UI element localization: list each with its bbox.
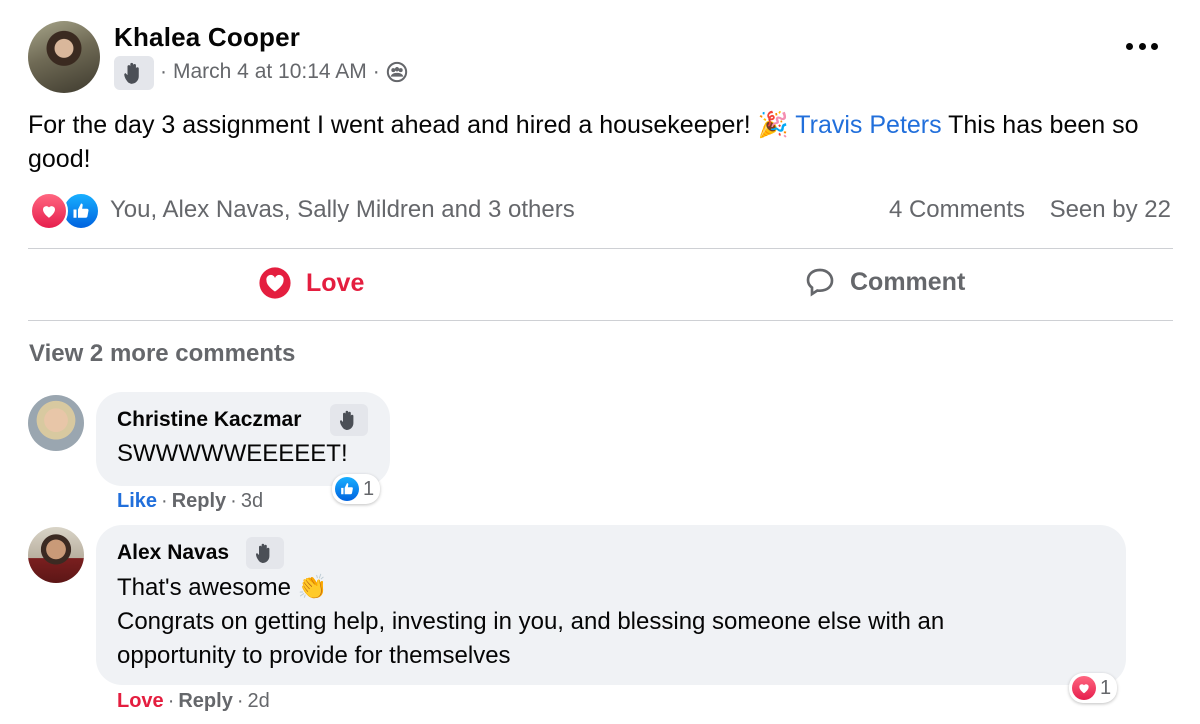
comments-count-link[interactable]: 4 Comments — [889, 196, 1025, 224]
clapping-hands-emoji: 👏 — [297, 574, 328, 601]
waving-hand-badge[interactable] — [330, 404, 368, 436]
meta-separator: · — [372, 60, 380, 83]
love-reaction-icon[interactable] — [30, 192, 68, 230]
comment-button[interactable]: Comment — [804, 266, 965, 298]
like-comment-button[interactable]: Like — [117, 490, 157, 512]
comment-actions: Love · Reply · 2d — [117, 690, 270, 713]
comment-author-name[interactable]: Alex Navas — [117, 541, 229, 565]
reply-button[interactable]: Reply — [178, 690, 232, 712]
comment-line-2: Congrats on getting help, investing in y… — [117, 608, 945, 635]
comment-bubble: Alex Navas That's awesome 👏 Congrats on … — [96, 525, 1126, 685]
love-icon — [1072, 676, 1096, 700]
waving-hand-badge[interactable] — [246, 537, 284, 569]
divider — [28, 320, 1173, 321]
reaction-count: 1 — [1100, 676, 1112, 699]
author-avatar[interactable] — [28, 21, 100, 93]
waving-hand-icon — [340, 410, 354, 430]
group-audience-icon[interactable] — [386, 61, 408, 83]
post-author-name[interactable]: Khalea Cooper — [114, 22, 300, 53]
comment-bubble: Christine Kaczmar SWWWWWEEEEET! — [96, 392, 390, 486]
view-more-comments-link[interactable]: View 2 more comments — [29, 340, 295, 368]
post-text-start: For the day 3 assignment I went ahead an… — [28, 111, 751, 139]
love-icon — [259, 267, 291, 299]
mention-link[interactable]: Travis Peters — [795, 111, 941, 139]
comment-reaction-count[interactable]: 1 — [332, 474, 381, 504]
more-dot-icon — [1138, 42, 1146, 50]
like-icon — [335, 477, 359, 501]
comment-author-name[interactable]: Christine Kaczmar — [117, 408, 301, 432]
comment-text: SWWWWWEEEEET! — [117, 440, 348, 467]
waving-hand-badge[interactable] — [114, 56, 154, 90]
seen-by-count[interactable]: Seen by 22 — [1050, 196, 1171, 224]
comment-actions: Like · Reply · 3d — [117, 490, 263, 513]
love-button[interactable]: Love — [258, 266, 364, 300]
comment-line-3: opportunity to provide for themselves — [117, 642, 511, 669]
love-button-label: Love — [306, 268, 365, 297]
comment-time[interactable]: 3d — [241, 490, 263, 512]
post-timestamp[interactable]: March 4 at 10:14 AM — [173, 60, 367, 84]
comment-line-1: That's awesome — [117, 574, 291, 601]
waving-hand-icon — [256, 543, 270, 563]
more-options-button[interactable] — [1126, 40, 1158, 52]
commenter-avatar[interactable] — [28, 395, 84, 451]
post-meta: · March 4 at 10:14 AM · — [160, 60, 408, 84]
separator: · — [161, 490, 168, 512]
reaction-summary-row: You, Alex Navas, Sally Mildren and 3 oth… — [28, 192, 1173, 230]
comment-button-label: Comment — [850, 267, 966, 296]
commenter-avatar[interactable] — [28, 527, 84, 583]
more-dot-icon — [1151, 42, 1158, 50]
love-comment-button[interactable]: Love — [117, 690, 164, 712]
comment-text: That's awesome 👏 Congrats on getting hel… — [117, 571, 1107, 673]
separator: · — [167, 690, 175, 712]
comment-reaction-count[interactable]: 1 — [1069, 673, 1118, 703]
more-dot-icon — [1126, 42, 1133, 50]
reply-button[interactable]: Reply — [172, 490, 226, 512]
party-popper-emoji: 🎉 — [757, 111, 789, 139]
post-body: For the day 3 assignment I went ahead an… — [28, 108, 1168, 176]
comment-time[interactable]: 2d — [248, 690, 270, 712]
separator: · — [230, 490, 237, 512]
reaction-count: 1 — [363, 477, 375, 500]
meta-separator: · — [160, 60, 167, 83]
comment-icon — [806, 268, 834, 297]
reactors-list[interactable]: You, Alex Navas, Sally Mildren and 3 oth… — [110, 196, 575, 224]
waving-hand-icon — [124, 62, 139, 84]
divider — [28, 248, 1173, 249]
separator: · — [236, 690, 244, 712]
